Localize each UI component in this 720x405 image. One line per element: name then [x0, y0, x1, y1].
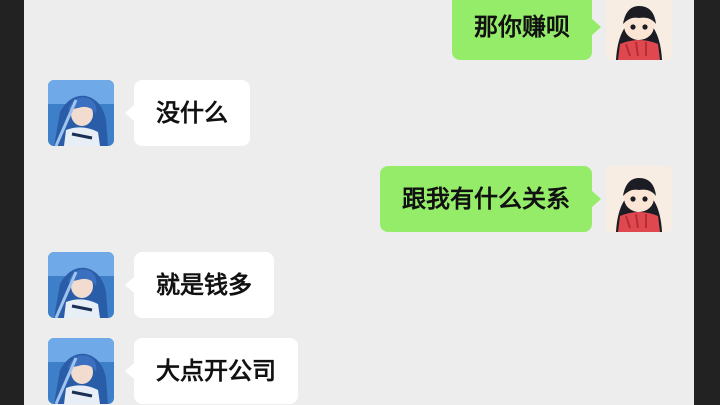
message-bubble[interactable]: 就是钱多 [125, 252, 274, 318]
message-bubble[interactable]: 跟我有什么关系 [380, 166, 601, 232]
blue-hair-character-avatar[interactable] [48, 338, 114, 404]
blue-hair-character-avatar[interactable] [48, 80, 114, 146]
girl-red-scarf-avatar[interactable] [606, 0, 672, 60]
message-row-incoming: 大点开公司 [48, 338, 298, 404]
chat-panel: 那你赚呗 没什么 跟我有什么关系 就是钱多 大点开公司 [24, 0, 694, 405]
message-bubble[interactable]: 大点开公司 [125, 338, 298, 404]
message-bubble[interactable]: 那你赚呗 [452, 0, 601, 60]
message-bubble[interactable]: 没什么 [125, 80, 250, 146]
message-row-outgoing: 跟我有什么关系 [380, 166, 672, 232]
message-row-incoming: 就是钱多 [48, 252, 274, 318]
blue-hair-character-avatar[interactable] [48, 252, 114, 318]
message-row-outgoing: 那你赚呗 [452, 0, 672, 60]
message-row-incoming: 没什么 [48, 80, 250, 146]
girl-red-scarf-avatar[interactable] [606, 166, 672, 232]
